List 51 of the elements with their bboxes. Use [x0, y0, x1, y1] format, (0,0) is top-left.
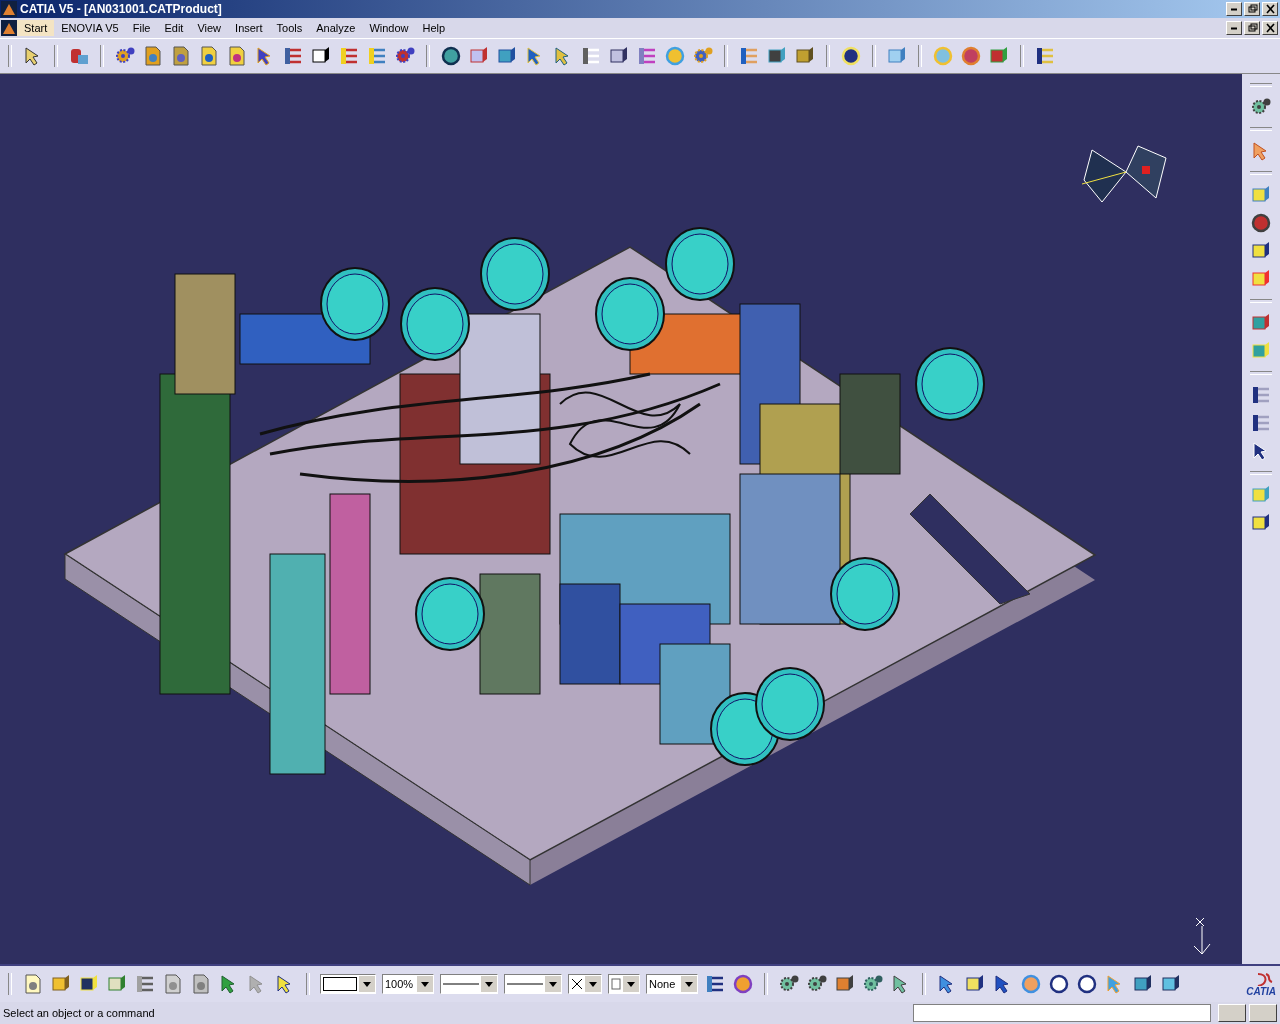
point-type-dropdown[interactable]: [568, 974, 602, 994]
menu-item[interactable]: Analyze: [309, 20, 363, 36]
restore-icon: [1246, 4, 1258, 14]
minimize-icon: [1230, 26, 1238, 30]
restore-icon: [1246, 23, 1258, 33]
line-type-dropdown[interactable]: [440, 974, 498, 994]
menu-item[interactable]: View: [190, 20, 229, 36]
color-dropdown[interactable]: [320, 974, 376, 994]
panel-toggle-button[interactable]: [1218, 1004, 1246, 1022]
caret-icon: [623, 976, 639, 992]
minimize-icon: [1230, 7, 1238, 11]
3d-viewport[interactable]: [0, 74, 1242, 964]
info-button[interactable]: [1249, 1004, 1277, 1022]
caret-icon: [481, 976, 497, 992]
cross-icon: [571, 978, 583, 990]
menu-item[interactable]: Help: [415, 20, 453, 36]
document-icon: [611, 978, 621, 990]
menu-item[interactable]: Window: [362, 20, 416, 36]
menu-item[interactable]: Edit: [157, 20, 191, 36]
caret-icon: [417, 976, 433, 992]
caret-icon: [545, 976, 561, 992]
restore-button[interactable]: [1244, 2, 1260, 16]
zoom-dropdown[interactable]: 100%: [382, 974, 434, 994]
logo-text: CATIA: [1246, 985, 1276, 997]
menu-item[interactable]: File: [125, 20, 158, 36]
window-title: CATIA V5 - [AN031001.CATProduct]: [20, 2, 222, 16]
close-icon: [1264, 4, 1276, 14]
close-icon: [1264, 23, 1276, 33]
close-button[interactable]: [1262, 2, 1278, 16]
layer-dropdown[interactable]: None: [646, 974, 698, 994]
command-input-field[interactable]: [913, 1004, 1211, 1022]
render-style-dropdown[interactable]: [608, 974, 640, 994]
status-message: Select an object or a command: [3, 1007, 155, 1019]
menu-item[interactable]: ENOVIA V5: [54, 20, 126, 36]
caret-icon: [681, 976, 697, 992]
menu-item[interactable]: Start: [17, 20, 55, 36]
pin-icon[interactable]: [440, 45, 462, 67]
line-weight-dropdown[interactable]: [504, 974, 562, 994]
app-icon: [1, 1, 17, 17]
sphere-icon[interactable]: [960, 45, 982, 67]
app-icon[interactable]: [1, 20, 17, 36]
minimize-button[interactable]: [1226, 2, 1242, 16]
new-document-icon[interactable]: [22, 973, 44, 995]
minimize-button[interactable]: [1226, 21, 1242, 35]
color-swatch-icon: [323, 977, 357, 991]
caret-icon: [359, 976, 375, 992]
restore-button[interactable]: [1244, 21, 1260, 35]
menu-item[interactable]: Insert: [228, 20, 270, 36]
close-button[interactable]: [1262, 21, 1278, 35]
caret-icon: [585, 976, 601, 992]
menu-item[interactable]: Tools: [269, 20, 310, 36]
